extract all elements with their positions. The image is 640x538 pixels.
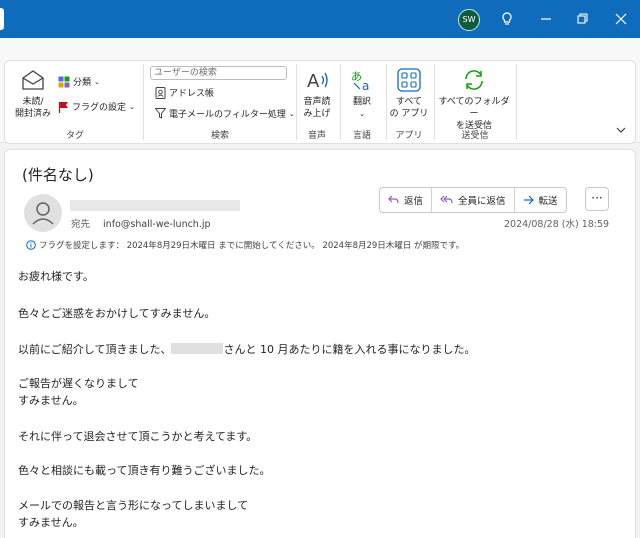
- people-search-input[interactable]: ユーザーの検索: [150, 66, 287, 80]
- ribbon-separator: [143, 64, 144, 140]
- body-line: それに伴って退会させて頂こうかと考えてます。: [18, 430, 258, 443]
- info-icon: [26, 240, 36, 250]
- recipient-address[interactable]: info@shall-we-lunch.jp: [103, 219, 210, 230]
- person-name-redacted: [171, 343, 224, 354]
- body-line: 色々とご迷惑をおかけしてすみません。: [18, 307, 216, 320]
- svg-text:あ: あ: [351, 70, 362, 83]
- svg-text:a: a: [362, 79, 369, 92]
- translate-button[interactable]: 翻訳 ⌄: [345, 96, 379, 120]
- body-line: すみません。: [18, 394, 84, 407]
- body-line: 以前にご紹介して頂きました、 さんと 10 月あたりに籍を入れる事になりました。: [18, 341, 475, 357]
- translate-label: 翻訳: [352, 97, 371, 107]
- svg-text:A: A: [307, 71, 320, 92]
- forward-button[interactable]: 転送: [515, 188, 566, 212]
- body-line: ご報告が遅くなりまして: [18, 377, 139, 390]
- more-actions-button[interactable]: ···: [585, 187, 609, 211]
- flag-info-bar: フラグを設定します： 2024年8月29日木曜日 までに開始してください。 20…: [26, 239, 464, 251]
- envelope-open-icon: [22, 70, 44, 90]
- body-line-part: さんと 10 月あたりに籍を入れる事になりました。: [223, 343, 476, 356]
- ribbon-expand-chevron-icon[interactable]: [616, 126, 626, 134]
- all-apps-label-2: の アプリ: [389, 109, 429, 119]
- message-actions: 返信 全員に返信 転送: [379, 187, 567, 213]
- sender-name-redacted[interactable]: [70, 200, 240, 211]
- send-receive-all-button[interactable]: すべてのフォルダー を送受信: [436, 96, 512, 132]
- read-aloud-label-1: 音声読: [303, 97, 331, 107]
- read-aloud-button[interactable]: 音声読 み上げ: [300, 96, 334, 120]
- filter-email-label: 電子メールのフィルター処理: [169, 110, 286, 120]
- all-apps-button[interactable]: すべて の アプリ: [388, 96, 430, 120]
- ribbon-separator: [296, 64, 297, 140]
- body-line: すみません。: [18, 516, 84, 529]
- chevron-down-icon: ⌄: [129, 102, 135, 111]
- filter-email-button[interactable]: 電子メールのフィルター処理 ⌄: [155, 107, 295, 120]
- all-apps-label-1: すべて: [395, 97, 422, 107]
- chevron-down-icon: ⌄: [288, 109, 295, 118]
- forward-arrow-icon: [523, 195, 534, 205]
- to-label: 宛先: [71, 219, 91, 230]
- flag-info-text: フラグを設定します： 2024年8月29日木曜日 までに開始してください。 20…: [39, 241, 465, 251]
- reply-all-button[interactable]: 全員に返信: [432, 188, 515, 212]
- translate-icon: あ a: [351, 70, 369, 92]
- ribbon-separator: [386, 64, 387, 140]
- sync-icon: [465, 70, 483, 90]
- address-book-icon: [155, 86, 166, 99]
- set-flag-button[interactable]: フラグの設定 ⌄: [58, 100, 135, 113]
- group-label-search: 検索: [210, 131, 229, 141]
- close-icon[interactable]: [612, 10, 630, 28]
- ribbon-separator: [340, 64, 341, 140]
- unread-read-label-1: 未読/: [22, 97, 44, 107]
- group-label-apps: アプリ: [395, 131, 423, 141]
- categorize-button[interactable]: 分類 ⌄: [58, 75, 100, 88]
- group-label-language: 言語: [352, 131, 371, 141]
- body-line: メールでの報告と言う形になってしまいまして: [18, 499, 249, 512]
- chevron-down-icon: ⌄: [359, 110, 365, 118]
- body-line: 色々と相談にも載って頂き有り難うございました。: [18, 464, 271, 477]
- filter-icon: [155, 108, 166, 119]
- body-line: お疲れ様です。: [18, 270, 94, 283]
- categorize-label: 分類: [73, 78, 92, 88]
- lightbulb-icon[interactable]: [498, 10, 516, 28]
- person-icon: [32, 202, 54, 225]
- reply-all-icon: [440, 195, 453, 204]
- read-aloud-label-2: み上げ: [303, 109, 331, 119]
- categorize-icon: [58, 76, 70, 87]
- minimize-icon[interactable]: [537, 10, 555, 28]
- message-subject: (件名なし): [22, 166, 94, 184]
- ribbon-separator: [434, 64, 435, 140]
- chevron-down-icon: ⌄: [94, 77, 100, 86]
- message-date: 2024/08/28 (水) 18:59: [504, 219, 610, 230]
- forward-label: 転送: [538, 196, 558, 207]
- ribbon-separator: [516, 64, 517, 140]
- set-flag-label: フラグの設定: [72, 103, 127, 113]
- window-tab-fragment: [0, 8, 4, 30]
- reply-label: 返信: [404, 196, 424, 207]
- read-aloud-icon: A: [307, 71, 328, 92]
- reply-button[interactable]: 返信: [380, 188, 433, 212]
- all-apps-icon: [397, 68, 421, 92]
- group-label-tags: タグ: [65, 131, 84, 141]
- address-book-label: アドレス帳: [169, 89, 215, 99]
- sender-avatar[interactable]: [24, 194, 62, 232]
- group-label-send-receive: 送受信: [461, 131, 489, 141]
- reply-icon: [388, 195, 399, 204]
- recipient-row: 宛先 info@shall-we-lunch.jp: [71, 216, 211, 230]
- unread-read-button[interactable]: 未読/ 開封済み: [12, 96, 54, 120]
- restore-icon[interactable]: [573, 10, 591, 28]
- flag-icon: [58, 101, 68, 113]
- body-line-part: 以前にご紹介して頂きました、: [18, 343, 172, 356]
- account-avatar[interactable]: SW: [458, 9, 480, 31]
- send-receive-all-label-1: すべてのフォルダー: [438, 97, 510, 119]
- unread-read-label-2: 開封済み: [14, 109, 51, 119]
- reply-all-label: 全員に返信: [458, 196, 506, 207]
- address-book-button[interactable]: アドレス帳: [155, 86, 214, 99]
- group-label-speech: 音声: [307, 131, 326, 141]
